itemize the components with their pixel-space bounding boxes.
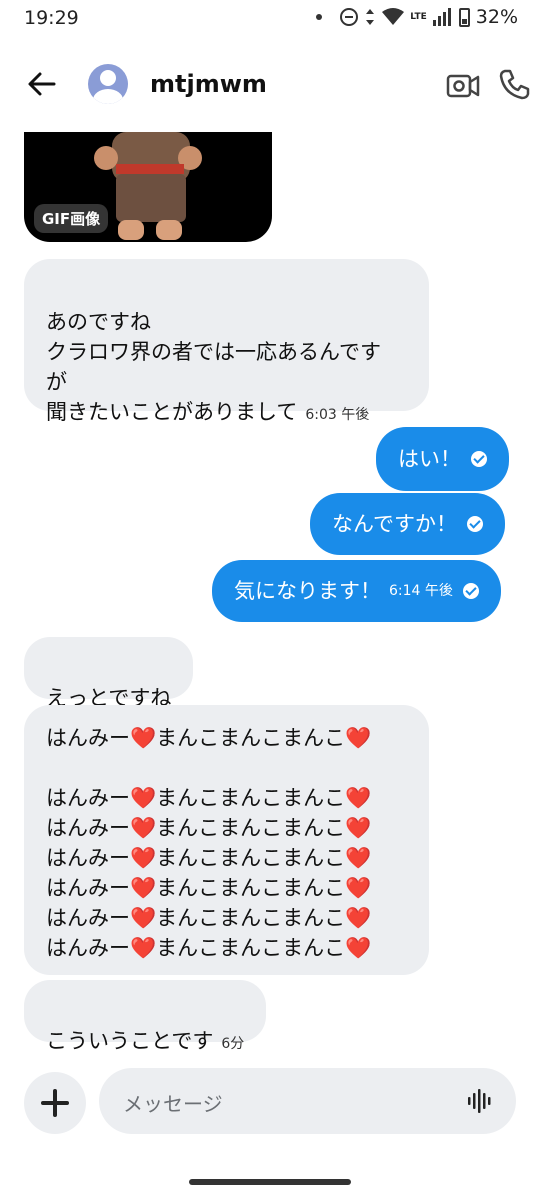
- gif-character-image: [94, 132, 202, 240]
- message-text: なんですか！: [332, 512, 457, 536]
- wifi-icon: [382, 8, 405, 25]
- message-line: はんみー❤️まんこまんこまんこ❤️: [46, 726, 372, 750]
- read-check-icon: [462, 583, 479, 599]
- battery-percent: 32%: [475, 6, 518, 28]
- message-text: 気になります！: [234, 579, 381, 603]
- message-line: はんみー❤️まんこまんこまんこ❤️: [46, 846, 372, 870]
- heart-emoji: ❤️: [345, 816, 372, 840]
- sent-message-bubble[interactable]: はい！: [376, 427, 509, 491]
- phone-icon[interactable]: [498, 68, 530, 100]
- heart-emoji: ❤️: [345, 786, 372, 810]
- message-text: こういうことです: [46, 1029, 214, 1053]
- message-time: 6:03 午後: [305, 407, 370, 423]
- heart-emoji: ❤️: [130, 726, 157, 750]
- network-type: LTE: [410, 12, 427, 22]
- received-message-bubble[interactable]: あのですね クラロワ界の者では一応あるんです が 聞きたいことがありまして 6:0…: [24, 259, 429, 424]
- plus-button[interactable]: [24, 1072, 86, 1134]
- sent-message-bubble[interactable]: なんですか！: [310, 493, 505, 555]
- status-time: 19:29: [24, 7, 79, 29]
- message-time: 6:14 午後: [389, 583, 453, 599]
- received-message-bubble[interactable]: こういうことです 6分: [24, 980, 267, 1053]
- heart-emoji: ❤️: [130, 876, 157, 900]
- received-message-bubble[interactable]: えっとですね: [24, 637, 194, 710]
- message-line: はんみー❤️まんこまんこまんこ❤️: [46, 786, 372, 810]
- gif-label: GIF画像: [34, 204, 109, 233]
- heart-emoji: ❤️: [345, 726, 372, 750]
- heart-emoji: ❤️: [130, 816, 157, 840]
- message-line: はんみー❤️まんこまんこまんこ❤️: [46, 906, 372, 930]
- heart-emoji: ❤️: [130, 906, 157, 930]
- message-time: 6分: [221, 1036, 245, 1052]
- voice-icon[interactable]: [467, 1088, 493, 1114]
- chat-header: mtjmwm: [0, 50, 540, 120]
- back-arrow-icon[interactable]: [26, 68, 58, 100]
- sent-message-bubble[interactable]: 気になります！ 6:14 午後: [212, 560, 501, 622]
- status-icons: LTE 32%: [316, 6, 518, 28]
- read-check-icon: [471, 451, 487, 467]
- battery-icon: [458, 7, 470, 27]
- heart-emoji: ❤️: [345, 876, 372, 900]
- read-check-icon: [466, 516, 483, 532]
- heart-emoji: ❤️: [345, 846, 372, 870]
- do-not-disturb-icon: [340, 8, 359, 26]
- heart-emoji: ❤️: [130, 846, 157, 870]
- video-call-icon[interactable]: [446, 70, 480, 100]
- data-arrows-icon: [366, 9, 375, 25]
- cell-signal-icon: [432, 8, 451, 26]
- message-line: はんみー❤️まんこまんこまんこ❤️: [46, 876, 372, 900]
- message-input-placeholder: メッセージ: [123, 1092, 223, 1116]
- gif-message[interactable]: GIF画像: [24, 132, 272, 242]
- heart-emoji: ❤️: [130, 786, 157, 810]
- notification-dot-icon: [316, 14, 323, 20]
- heart-emoji: ❤️: [345, 906, 372, 930]
- received-message-bubble[interactable]: はんみー❤️まんこまんこまんこ❤️ はんみー❤️まんこまんこまんこ❤️ はんみー…: [24, 705, 429, 975]
- contact-name[interactable]: mtjmwm: [150, 70, 267, 98]
- heart-emoji: ❤️: [345, 936, 372, 960]
- status-bar: 19:29 LTE 32%: [0, 0, 540, 36]
- home-indicator[interactable]: [189, 1179, 351, 1185]
- message-text: はい！: [398, 447, 461, 471]
- message-line: はんみー❤️まんこまんこまんこ❤️: [46, 936, 372, 960]
- message-line: はんみー❤️まんこまんこまんこ❤️: [46, 816, 372, 840]
- heart-emoji: ❤️: [130, 936, 157, 960]
- avatar[interactable]: [88, 64, 128, 104]
- message-input[interactable]: メッセージ: [99, 1068, 516, 1134]
